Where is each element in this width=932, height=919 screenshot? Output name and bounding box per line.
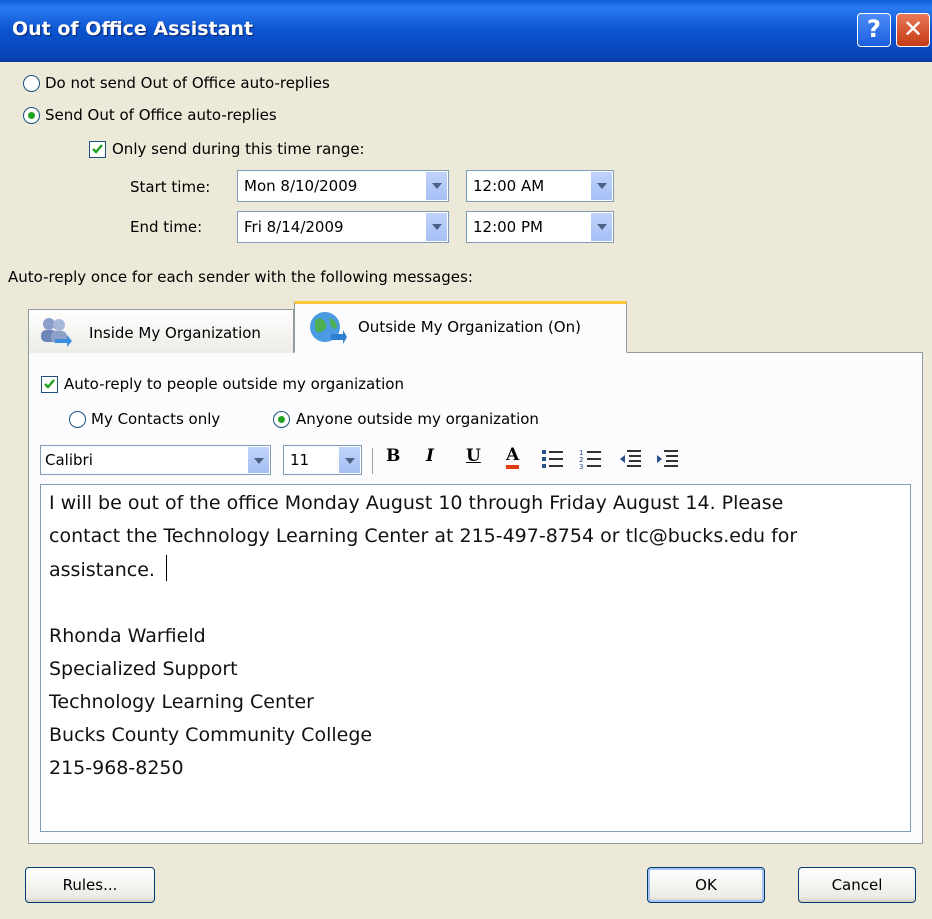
start-time-dropdown[interactable]: 12:00 AM [466, 170, 614, 202]
font-color-button[interactable]: A [506, 446, 520, 469]
out-of-office-dialog: Out of Office Assistant ? ✕ Do not send … [0, 0, 932, 919]
do-not-send-label[interactable]: Do not send Out of Office auto-replies [45, 74, 330, 92]
ok-button[interactable]: OK [647, 867, 765, 903]
message-line: Bucks County Community College [49, 724, 373, 746]
tab-outside-label: Outside My Organization (On) [358, 318, 581, 336]
bold-button[interactable]: B [386, 446, 400, 466]
svg-text:3: 3 [579, 463, 583, 471]
chevron-down-icon[interactable] [590, 213, 612, 241]
auto-reply-outside-label[interactable]: Auto-reply to people outside my organiza… [64, 375, 404, 393]
message-line: assistance. [49, 559, 155, 581]
start-time-label: Start time: [130, 178, 211, 196]
end-time-value: 12:00 PM [473, 218, 543, 236]
text-cursor [166, 555, 167, 581]
end-time-label: End time: [130, 218, 203, 236]
underline-button[interactable]: U [466, 446, 481, 466]
font-name-dropdown[interactable]: Calibri [40, 445, 271, 475]
my-contacts-label[interactable]: My Contacts only [91, 410, 220, 428]
start-date-value: Mon 8/10/2009 [244, 177, 358, 195]
numbering-icon[interactable]: 123 [579, 447, 603, 471]
send-auto-replies-radio[interactable] [23, 107, 40, 124]
message-line: I will be out of the office Monday Augus… [49, 492, 784, 514]
chevron-down-icon[interactable] [247, 447, 269, 473]
window-title: Out of Office Assistant [12, 18, 254, 40]
bullets-icon[interactable] [541, 447, 565, 471]
rules-button[interactable]: Rules... [25, 867, 155, 903]
toolbar-separator [372, 448, 373, 474]
messages-heading: Auto-reply once for each sender with the… [8, 268, 473, 286]
auto-reply-outside-checkbox[interactable] [41, 376, 58, 393]
close-button[interactable]: ✕ [896, 13, 930, 47]
close-icon: ✕ [902, 15, 924, 43]
anyone-outside-radio[interactable] [273, 411, 290, 428]
font-size-dropdown[interactable]: 11 [283, 445, 362, 475]
message-line: Rhonda Warfield [49, 625, 206, 647]
chevron-down-icon[interactable] [338, 447, 360, 473]
italic-button[interactable]: I [426, 446, 434, 466]
tab-inside-organization[interactable]: Inside My Organization [28, 309, 294, 353]
checkmark-icon [44, 379, 55, 389]
help-button[interactable]: ? [857, 13, 891, 47]
start-date-dropdown[interactable]: Mon 8/10/2009 [237, 170, 449, 202]
end-date-dropdown[interactable]: Fri 8/14/2009 [237, 211, 449, 243]
do-not-send-radio[interactable] [23, 75, 40, 92]
increase-indent-icon[interactable] [656, 447, 680, 471]
checkmark-icon [92, 144, 103, 154]
send-auto-replies-label[interactable]: Send Out of Office auto-replies [45, 106, 277, 124]
message-line: 215-968-8250 [49, 757, 184, 779]
message-line: Specialized Support [49, 658, 238, 680]
message-editor[interactable]: I will be out of the office Monday Augus… [40, 484, 911, 832]
decrease-indent-icon[interactable] [619, 447, 643, 471]
tab-inside-label: Inside My Organization [89, 324, 261, 342]
message-line: Technology Learning Center [49, 691, 314, 713]
message-line: contact the Technology Learning Center a… [49, 525, 798, 547]
cancel-button[interactable]: Cancel [798, 867, 916, 903]
font-size-value: 11 [290, 451, 310, 469]
title-bar: Out of Office Assistant ? ✕ [0, 0, 932, 62]
time-range-checkbox[interactable] [89, 141, 106, 158]
chevron-down-icon[interactable] [425, 213, 447, 241]
people-icon [41, 318, 72, 347]
end-time-dropdown[interactable]: 12:00 PM [466, 211, 614, 243]
time-range-label[interactable]: Only send during this time range: [112, 140, 365, 158]
globe-icon [310, 312, 347, 344]
font-name-value: Calibri [45, 451, 93, 469]
tab-outside-organization[interactable]: Outside My Organization (On) [294, 301, 627, 353]
chevron-down-icon[interactable] [590, 172, 612, 200]
start-time-value: 12:00 AM [473, 177, 545, 195]
help-icon: ? [867, 15, 881, 43]
anyone-outside-label[interactable]: Anyone outside my organization [296, 410, 539, 428]
end-date-value: Fri 8/14/2009 [244, 218, 344, 236]
my-contacts-radio[interactable] [69, 411, 86, 428]
chevron-down-icon[interactable] [425, 172, 447, 200]
